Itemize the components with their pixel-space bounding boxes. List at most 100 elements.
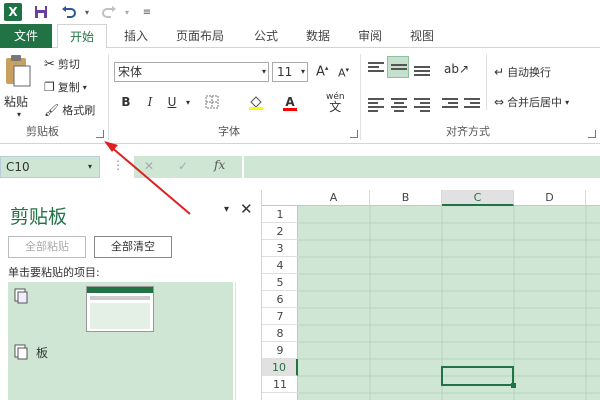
decrease-font-icon[interactable]: A▾ xyxy=(338,66,349,80)
clipboard-item-image-thumbnail[interactable] xyxy=(86,286,154,332)
name-box-dropdown-icon[interactable]: ▾ xyxy=(88,162,92,171)
bold-button[interactable]: B xyxy=(118,94,134,110)
group-divider xyxy=(486,54,487,110)
tab-home[interactable]: 开始 xyxy=(57,24,107,49)
underline-dropdown-icon[interactable]: ▾ xyxy=(180,94,196,110)
format-painter-label: 格式刷 xyxy=(62,104,96,117)
undo-icon[interactable] xyxy=(60,3,78,21)
fill-handle[interactable] xyxy=(511,383,516,388)
column-header-a[interactable]: A xyxy=(298,190,370,206)
clipboard-item-list: 板 xyxy=(8,282,233,400)
font-size-dropdown-icon[interactable]: ▾ xyxy=(301,63,305,81)
row-header[interactable]: 3 xyxy=(262,240,298,257)
row-header[interactable]: 7 xyxy=(262,308,298,325)
font-size-value: 11 xyxy=(277,65,293,79)
undo-dropdown-icon[interactable]: ▾ xyxy=(78,3,96,21)
redo-icon[interactable] xyxy=(100,3,118,21)
redo-dropdown-icon[interactable]: ▾ xyxy=(118,3,136,21)
row-header[interactable]: 6 xyxy=(262,291,298,308)
column-header-b[interactable]: B xyxy=(370,190,442,206)
orientation-icon[interactable]: ab↗ xyxy=(444,62,469,76)
column-header-d[interactable]: D xyxy=(514,190,586,206)
copy-dropdown-icon[interactable]: ▾ xyxy=(83,83,87,92)
paste-label: 粘贴 xyxy=(4,95,29,109)
tab-review[interactable]: 审阅 xyxy=(348,24,392,48)
clipboard-item-image-icon xyxy=(14,288,28,307)
title-bar: X ▾ ▾ ≡ xyxy=(0,0,600,24)
font-size-box[interactable]: 11 ▾ xyxy=(272,62,308,82)
wrap-text-button[interactable]: ↵ 自动换行 xyxy=(494,64,551,80)
alignment-group-label: 对齐方式 xyxy=(446,125,490,138)
tab-file[interactable]: 文件 xyxy=(0,24,52,48)
clipboard-item-text[interactable]: 板 xyxy=(36,344,48,361)
align-bottom-icon[interactable] xyxy=(414,64,430,78)
row-header[interactable]: 1 xyxy=(262,206,298,223)
formula-bar-grip-icon[interactable]: ⋮ xyxy=(112,158,124,172)
clipboard-pane: 剪贴板 ▾ ✕ 全部粘贴 全部清空 单击要粘贴的项目: 板 xyxy=(0,190,262,400)
copy-icon: ❐ xyxy=(44,80,55,94)
decrease-indent-icon[interactable] xyxy=(442,96,458,110)
font-color-swatch xyxy=(283,108,297,111)
row-header[interactable]: 2 xyxy=(262,223,298,240)
tab-page-layout[interactable]: 页面布局 xyxy=(166,24,234,48)
row-header[interactable]: 5 xyxy=(262,274,298,291)
name-box[interactable]: C10 xyxy=(0,156,100,178)
formula-bar: C10 ▾ ⋮ ✕ ✓ fx xyxy=(0,144,600,188)
italic-button[interactable]: I xyxy=(142,94,158,110)
copy-button[interactable]: ❐ 复制 ▾ xyxy=(44,79,87,95)
row-header[interactable]: 9 xyxy=(262,342,298,359)
cut-button[interactable]: ✂ 剪切 xyxy=(44,56,80,72)
underline-button[interactable]: U xyxy=(164,94,180,110)
borders-icon[interactable] xyxy=(204,94,220,110)
align-center-icon[interactable] xyxy=(391,96,407,112)
pane-scrollbar[interactable] xyxy=(235,282,249,400)
pane-title: 剪贴板 xyxy=(10,206,68,228)
column-header-c[interactable]: C xyxy=(442,190,514,206)
font-dialog-launcher-icon[interactable] xyxy=(350,130,358,138)
worksheet-grid[interactable] xyxy=(262,190,600,400)
font-name-box[interactable]: 宋体 ▾ xyxy=(114,62,269,82)
row-header-active[interactable]: 10 xyxy=(262,359,298,376)
paste-all-button[interactable]: 全部粘贴 xyxy=(8,236,86,258)
grid-lines xyxy=(298,190,600,400)
insert-function-icon[interactable]: fx xyxy=(214,158,225,172)
paste-button[interactable]: 粘贴 ▾ xyxy=(4,54,34,119)
clear-all-button[interactable]: 全部清空 xyxy=(94,236,172,258)
paste-dropdown-icon[interactable]: ▾ xyxy=(4,110,34,119)
customize-qat-icon[interactable]: ≡ xyxy=(138,3,156,21)
tab-insert[interactable]: 插入 xyxy=(114,24,158,48)
pane-hint: 单击要粘贴的项目: xyxy=(8,266,100,279)
tab-formulas[interactable]: 公式 xyxy=(244,24,288,48)
align-right-icon[interactable] xyxy=(414,96,430,112)
cut-label: 剪切 xyxy=(57,58,80,71)
save-icon[interactable] xyxy=(32,3,50,21)
ribbon-tabs: 文件 开始 插入 页面布局 公式 数据 审阅 视图 xyxy=(0,24,600,49)
active-cell[interactable] xyxy=(441,366,514,386)
row-header[interactable]: 8 xyxy=(262,325,298,342)
enter-icon[interactable]: ✓ xyxy=(178,159,188,173)
row-header[interactable]: 4 xyxy=(262,257,298,274)
alignment-dialog-launcher-icon[interactable] xyxy=(588,130,596,138)
font-name-dropdown-icon[interactable]: ▾ xyxy=(262,63,266,81)
increase-font-icon[interactable]: A▴ xyxy=(316,64,328,79)
tab-data[interactable]: 数据 xyxy=(296,24,340,48)
fill-color-icon[interactable] xyxy=(248,94,264,110)
phonetic-char: 文 xyxy=(329,100,342,114)
align-left-icon[interactable] xyxy=(368,96,384,112)
pane-options-icon[interactable]: ▾ xyxy=(224,204,229,215)
merge-center-dropdown-icon[interactable]: ▾ xyxy=(565,98,569,107)
increase-indent-icon[interactable] xyxy=(464,96,480,110)
phonetic-guide-icon[interactable]: wén 文 xyxy=(326,92,345,114)
tab-view[interactable]: 视图 xyxy=(400,24,444,48)
paintbrush-icon: 🖌 xyxy=(44,103,60,117)
formula-input[interactable] xyxy=(244,156,600,178)
align-top-icon[interactable] xyxy=(368,60,384,74)
format-painter-button[interactable]: 🖌 格式刷 xyxy=(44,102,95,118)
merge-center-button[interactable]: ⇔ 合并后居中 ▾ xyxy=(494,94,569,110)
clipboard-dialog-launcher-icon[interactable] xyxy=(96,130,104,138)
close-icon[interactable]: ✕ xyxy=(240,200,253,218)
ribbon: 粘贴 ▾ ✂ 剪切 ❐ 复制 ▾ 🖌 格式刷 剪贴板 宋体 ▾ 11 ▾ A▴ … xyxy=(0,48,600,144)
cancel-icon[interactable]: ✕ xyxy=(144,159,154,173)
row-header[interactable]: 11 xyxy=(262,376,298,393)
excel-logo-icon: X xyxy=(4,3,22,21)
